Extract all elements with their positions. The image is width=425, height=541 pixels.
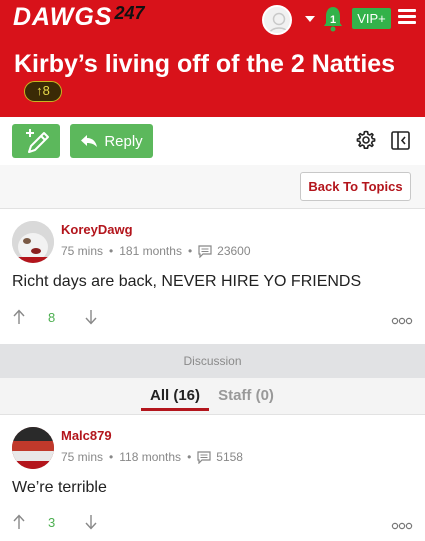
menu-icon[interactable] [398,9,416,25]
post-avatar[interactable] [12,221,54,263]
post-vote-count: 8 [48,310,56,325]
post-body: We’re terrible [12,479,107,496]
post-username[interactable]: Malc879 [61,428,112,443]
more-dots-icon [391,522,413,530]
post-body: Richt days are back, NEVER HIRE YO FRIEN… [12,273,362,290]
more-options-button[interactable] [391,312,413,325]
post-meta: 75 mins • 181 months • 23600 [61,244,251,258]
more-dots-icon [391,317,413,325]
divider [0,414,425,415]
bulldog-avatar-icon [12,221,54,263]
member-post-count: 23600 [217,244,251,258]
thread-vote-badge: ↑8 [24,81,62,102]
settings-button[interactable] [356,130,376,150]
thread-title: Kirby’s living off of the 2 Natties [14,50,396,78]
up-arrow-icon [13,309,25,324]
reply-label: Reply [104,132,143,150]
tab-staff[interactable]: Staff (0) [217,378,275,413]
message-count-icon [198,244,212,258]
new-post-button[interactable] [12,124,60,158]
upvote-button[interactable] [12,309,26,325]
post-time: 75 mins [61,450,104,464]
active-tab-indicator [141,408,209,411]
member-tenure: 181 months [119,244,182,258]
thread-vote-count: 8 [42,83,50,98]
up-arrow-icon [13,514,25,529]
downvote-button[interactable] [84,309,98,325]
member-post-count: 5158 [216,450,243,464]
notification-count: 1 [329,14,337,26]
post-vote-count: 3 [48,515,56,530]
discussion-tabs [0,378,425,415]
more-options-button[interactable] [391,517,413,530]
user-avatar[interactable] [262,5,292,35]
gear-icon [356,130,376,149]
upvote-button[interactable] [12,514,26,530]
vip-button[interactable]: VIP+ [352,8,391,29]
post-avatar[interactable] [12,427,54,469]
notifications-button[interactable]: 1 [322,5,344,33]
post-meta: 75 mins • 118 months • 5158 [61,450,243,464]
logo-number: 247 [114,3,145,23]
post-username[interactable]: KoreyDawg [61,222,133,237]
discussion-header: Discussion [0,344,425,378]
downvote-button[interactable] [84,514,98,530]
sidebar-toggle-button[interactable] [391,131,410,150]
member-tenure: 118 months [119,450,182,464]
down-arrow-icon [85,310,97,325]
collapse-panel-icon [391,131,410,150]
new-post-pencil-icon [26,129,49,153]
message-count-icon [197,450,211,464]
post-time: 75 mins [61,244,104,258]
stadium-avatar-icon [12,427,54,469]
site-logo[interactable]: DAWGS 247 [13,3,145,31]
logo-text: DAWGS [13,3,113,31]
back-to-topics-button[interactable]: Back To Topics [300,172,411,201]
reply-button[interactable]: Reply [70,124,153,158]
reply-arrow-icon [81,135,98,147]
account-menu-caret-icon[interactable] [305,16,315,22]
divider [0,208,425,209]
down-arrow-icon [85,515,97,530]
